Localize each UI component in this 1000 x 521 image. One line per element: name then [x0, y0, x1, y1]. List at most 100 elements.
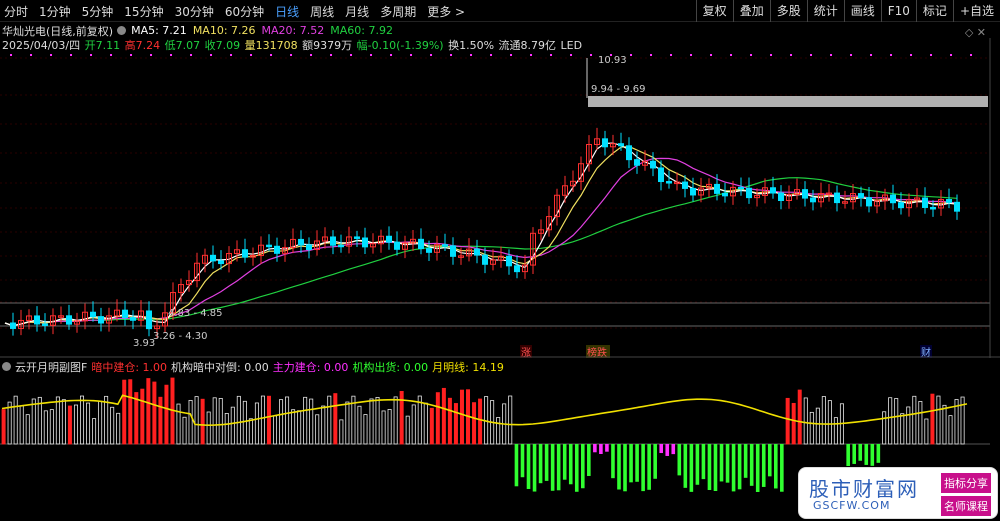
indicator-bar [852, 444, 857, 464]
dot-marker [350, 54, 352, 56]
indicator-bar [635, 444, 639, 482]
indicator-bar [212, 397, 217, 445]
toolbar-button-1[interactable]: 叠加 [732, 0, 770, 22]
dot-marker [810, 54, 812, 56]
low-range-label: 3.26 - 4.30 [153, 331, 208, 342]
high-range-label: 9.94 - 9.69 [591, 84, 646, 95]
indicator-circle-icon[interactable] [2, 362, 11, 371]
low-label: 3.93 [133, 338, 155, 349]
toolbar-button-5[interactable]: F10 [880, 0, 916, 22]
candle-body [90, 311, 96, 318]
candle-body [506, 255, 512, 267]
indicator-bar [248, 418, 253, 445]
tag-cai: 财 [921, 346, 931, 358]
indicator-bar [297, 410, 302, 445]
candle-body [834, 192, 840, 204]
dot-marker [90, 54, 92, 56]
indicator-bar [780, 444, 784, 492]
candle-body [930, 206, 936, 210]
dot-marker [710, 54, 712, 56]
toolbar-button-4[interactable]: 画线 [843, 0, 881, 22]
candle-body [306, 244, 312, 251]
toolbar-button-0[interactable]: 复权 [695, 0, 733, 22]
indicator-bar [930, 393, 935, 445]
dot-marker [970, 54, 972, 56]
indicator-bar [707, 444, 712, 490]
period-tab-7[interactable]: 周线 [310, 3, 334, 20]
indicator-bar [188, 399, 193, 445]
period-tab-0[interactable]: 分时 [4, 3, 28, 20]
period-tab-8[interactable]: 月线 [345, 3, 369, 20]
toolbar-button-6[interactable]: 标记 [915, 0, 953, 22]
indicator-bar [273, 415, 278, 445]
dot-marker [10, 54, 12, 56]
dot-marker [790, 54, 792, 56]
toolbar-button-2[interactable]: 多股 [769, 0, 807, 22]
period-tab-1[interactable]: 1分钟 [39, 3, 71, 20]
indicator-bar [279, 399, 284, 445]
indicator-bar [918, 401, 923, 445]
period-tab-5[interactable]: 60分钟 [225, 3, 264, 20]
indicator-bar [581, 444, 585, 489]
candle-body [650, 160, 656, 169]
indicator-bar [906, 406, 911, 445]
indicator-bar [128, 379, 133, 445]
tag-zhang: 涨 [521, 347, 531, 358]
candle-body [682, 181, 688, 189]
toolbar-button-3[interactable]: 统计 [806, 0, 844, 22]
candle-body [738, 186, 744, 190]
candle-body [778, 192, 784, 201]
period-tab-4[interactable]: 30分钟 [175, 3, 214, 20]
indicator-bar [677, 444, 682, 476]
candle-body [210, 254, 216, 262]
period-toolbar: 分时 1分钟 5分钟 15分钟 30分钟 60分钟 日线 周线 月线 多周期 更多 > 复权 叠加 多股… [0, 0, 1000, 22]
dot-marker [670, 54, 672, 56]
dot-marker [770, 54, 772, 56]
dot-marker [870, 54, 872, 56]
dot-marker [510, 54, 512, 56]
indicator-bar [719, 444, 724, 482]
indicator-bar [459, 389, 464, 445]
ma20-value: MA20: 7.52 [261, 24, 325, 37]
candlestick-chart[interactable]: 10.93 9.94 - 9.69 4.83 - 4.85 3.26 - 4.303.… [0, 38, 1000, 358]
indicator-bar [599, 444, 603, 454]
indicator-bar [876, 444, 881, 463]
period-tab-3[interactable]: 15分钟 [124, 3, 163, 20]
indicator-bar [254, 402, 259, 445]
indicator-bar [701, 444, 706, 480]
candle-body [866, 197, 872, 207]
indicator-bar [749, 444, 754, 486]
indicator-bar [797, 389, 802, 445]
candle-body [890, 194, 896, 204]
period-tab-9[interactable]: 多周期 [380, 3, 416, 20]
indicator-bar [882, 411, 887, 445]
indicator-bar [110, 406, 115, 445]
indicator-bar [611, 444, 615, 479]
dot-marker [370, 54, 372, 56]
indicator-bar [158, 396, 163, 445]
indicator-bar [785, 397, 790, 445]
indicator-bar [73, 404, 78, 445]
indicator-bar [948, 415, 953, 445]
candle-body [898, 202, 904, 209]
dot-marker [390, 54, 392, 56]
indicator-bar [200, 398, 205, 445]
period-tab-10[interactable]: 更多 > [427, 3, 465, 20]
toolbar-button-7[interactable]: +自选 [952, 0, 1000, 22]
indicator-bar [629, 444, 633, 483]
settings-circle-icon[interactable] [117, 26, 127, 35]
candle-body [514, 265, 520, 273]
candle-body [946, 199, 952, 203]
indicator-bar [309, 398, 314, 445]
indicator-bar [333, 393, 338, 445]
indicator-bar [218, 398, 223, 445]
candle-body [810, 197, 816, 203]
period-tab-2[interactable]: 5分钟 [82, 3, 114, 20]
indicator-bar [725, 444, 730, 483]
dot-marker [170, 54, 172, 56]
indicator-bar [13, 395, 18, 445]
indicator-bar [544, 444, 549, 481]
indicator-bar [478, 398, 483, 445]
period-tab-6[interactable]: 日线 [275, 3, 299, 20]
indicator-bar [182, 416, 187, 445]
